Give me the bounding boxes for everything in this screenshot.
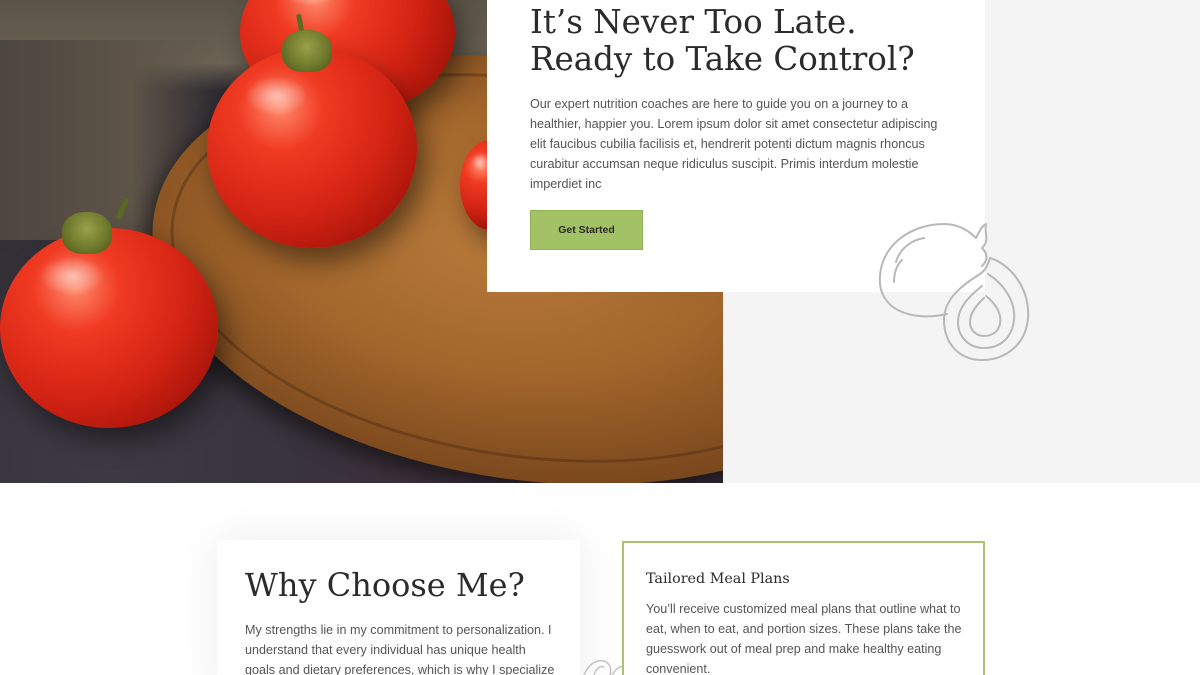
hero-description: Our expert nutrition coaches are here to… <box>530 97 938 191</box>
onion-icon <box>878 223 1030 361</box>
feature-title: Tailored Meal Plans <box>646 571 790 587</box>
why-choose-me-card: Why Choose Me? My strengths lie in my co… <box>217 540 580 675</box>
why-choose-me-text: My strengths lie in my commitment to per… <box>245 623 555 675</box>
tomato-calyx <box>62 212 112 254</box>
tomato-calyx <box>282 30 332 72</box>
tomato <box>207 48 417 248</box>
hero-title: It’s Never Too Late. Ready to Take Contr… <box>530 3 915 78</box>
leaf-sketch-icon <box>583 659 625 675</box>
feature-description: You’ll receive customized meal plans tha… <box>646 602 962 675</box>
why-choose-me-title: Why Choose Me? <box>245 566 525 604</box>
get-started-button[interactable]: Get Started <box>530 210 643 250</box>
tailored-meal-plans-card: Tailored Meal Plans You’ll receive custo… <box>622 541 985 675</box>
tomato <box>0 228 218 428</box>
